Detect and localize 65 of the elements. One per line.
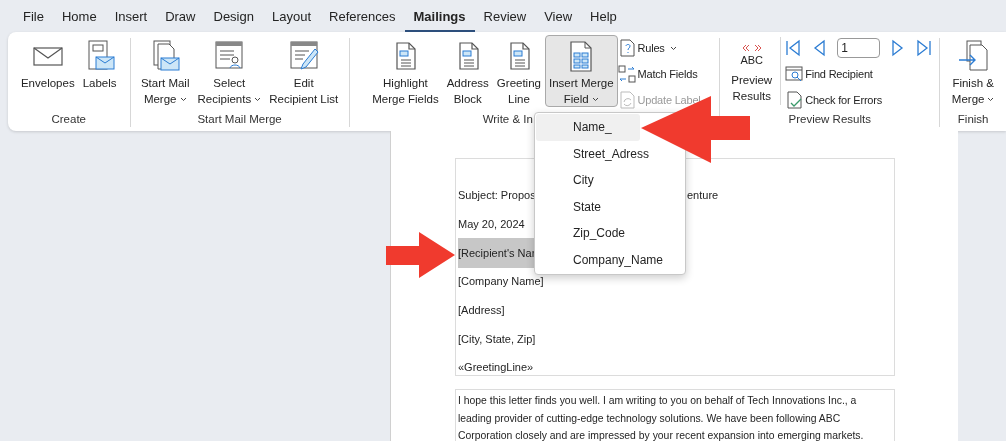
menu-tab[interactable]: File — [14, 0, 53, 32]
record-field[interactable]: 1 — [837, 38, 881, 58]
menu-tab[interactable]: Help — [581, 0, 626, 32]
ribbon-icon — [957, 40, 990, 72]
caret-icon — [987, 96, 995, 102]
letter-text: [Company Name] — [458, 275, 544, 288]
caret-icon — [591, 96, 599, 102]
ribbon-button[interactable]: Rules — [617, 37, 701, 59]
ribbon-button[interactable]: Greeting Line — [492, 35, 545, 107]
ribbon-button[interactable]: Check for Errors — [785, 89, 933, 111]
letter-text: Subject: Propos — [458, 189, 536, 202]
letter-text: enture — [687, 189, 720, 202]
menu-tab[interactable]: References — [320, 0, 405, 32]
first-record-icon[interactable] — [785, 39, 802, 57]
menu-tab[interactable]: Design — [204, 0, 263, 32]
ribbon-button[interactable]: Envelopes — [16, 35, 79, 107]
selected-text: [Recipient's Nar — [458, 237, 536, 268]
menu-tab[interactable]: Mailings — [404, 0, 475, 32]
menu-item[interactable]: Street_Adress — [536, 140, 650, 167]
ribbon-button[interactable]: Select Recipients — [193, 35, 266, 107]
ribbon-button[interactable]: Finish & Merge — [947, 35, 999, 107]
paragraph-line: Corporation closely and are impressed by your recent expansion into emerging markets. — [458, 429, 865, 441]
paragraph-line: leading provider of cutting-edge technology solutions. We have been following ABC — [458, 411, 842, 426]
group-label: Finish — [957, 112, 989, 127]
ribbon-button[interactable]: Insert Merge Field — [544, 35, 618, 107]
ribbon-icon — [785, 65, 804, 83]
caret-icon — [254, 96, 262, 102]
paragraph-line: I hope this letter finds you well. I am writing to you on behalf of Tech Innovations Inc., a — [458, 394, 858, 408]
menu-item[interactable]: Name_ — [536, 114, 640, 141]
letter-text: [Address] — [458, 304, 505, 317]
group-label: Create — [51, 112, 86, 127]
letter-text: «GreetingLine» — [458, 361, 534, 374]
ribbon-button[interactable]: Labels — [78, 35, 121, 107]
ribbon-button[interactable]: Edit Recipient List — [265, 35, 343, 107]
menu-item[interactable]: City — [536, 167, 594, 194]
ribbon-icon — [617, 91, 636, 109]
ribbon-icon — [287, 40, 320, 72]
letter-text: [City, State, Zip] — [458, 332, 536, 345]
ribbon-icon — [785, 91, 804, 109]
ribbon-icon — [617, 39, 636, 57]
ribbon-button[interactable]: Highlight Merge Fields — [368, 35, 443, 107]
letter-text: May 20, 2024 — [458, 218, 525, 231]
menu-item[interactable]: State — [536, 193, 602, 220]
caret-icon — [179, 96, 187, 102]
ribbon-button[interactable]: Find Recipient — [785, 63, 933, 85]
menu-tab[interactable]: Home — [52, 0, 106, 32]
last-record-icon[interactable] — [916, 39, 933, 57]
group-label: Write & In — [481, 112, 533, 127]
group-label: Start Mail Merge — [197, 112, 282, 127]
menu-tab[interactable]: Insert — [105, 0, 157, 32]
ribbon-icon — [213, 40, 246, 72]
menu-tab[interactable]: Layout — [262, 0, 320, 32]
ribbon-button[interactable]: Start Mail Merge — [136, 35, 194, 107]
menu-item[interactable]: Zip_Code — [536, 220, 626, 247]
pointer-arrow — [386, 232, 456, 279]
menu-tab[interactable]: Draw — [156, 0, 205, 32]
ribbon-button[interactable]: Address Block — [442, 35, 493, 107]
menu-tab[interactable]: Review — [474, 0, 536, 32]
ribbon-icon — [617, 65, 636, 83]
menu-item[interactable]: Company_Name — [536, 246, 664, 273]
ribbon-button[interactable]: ABC Preview Results — [727, 35, 777, 107]
menu-tab[interactable]: View — [535, 0, 582, 32]
ribbon-button[interactable]: Match Fields — [617, 63, 701, 85]
group-label: Preview Results — [788, 112, 871, 127]
caret-icon — [669, 45, 677, 51]
